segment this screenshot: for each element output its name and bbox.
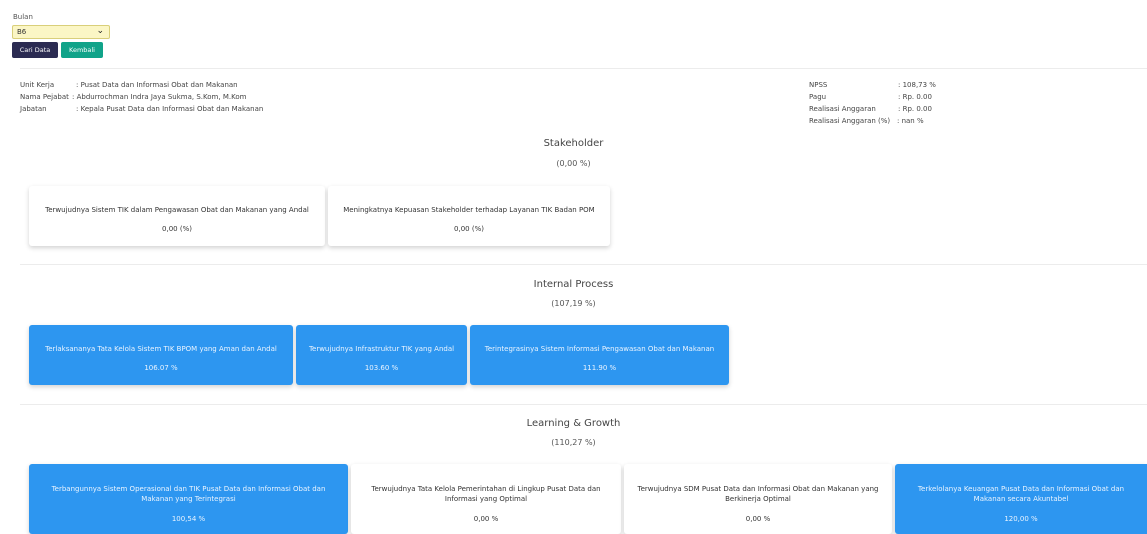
info-row-pagu: Pagu : Rp. 0.00	[809, 91, 1009, 103]
kpi-card[interactable]: Terwujudnya Tata Kelola Pemerintahan di …	[351, 464, 621, 534]
kpi-card-title: Terbangunnya Sistem Operasional dan TIK …	[51, 485, 326, 503]
kpi-card-title: Terlaksananya Tata Kelola Sistem TIK BPO…	[45, 345, 277, 353]
info-key: NPSS	[809, 81, 828, 89]
info-row-jabatan: Jabatan : Kepala Pusat Data dan Informas…	[20, 103, 420, 115]
kembali-button[interactable]: Kembali	[61, 42, 103, 58]
info-value: : 108,73 %	[898, 81, 936, 89]
section-pct-internal-process: (107,19 %)	[551, 299, 596, 308]
info-key: Pagu	[809, 93, 827, 101]
info-row-npss: NPSS : 108,73 %	[809, 79, 1009, 91]
info-key: Nama Pejabat	[20, 93, 69, 101]
divider	[20, 68, 1147, 69]
kpi-card[interactable]: Terwujudnya Infrastruktur TIK yang Andal…	[296, 325, 467, 385]
info-value: : Pusat Data dan Informasi Obat dan Maka…	[76, 81, 238, 89]
chevron-down-icon: ⌄	[96, 26, 104, 36]
kpi-card-title: Terwujudnya SDM Pusat Data dan Informasi…	[637, 485, 879, 503]
kpi-card-value: 0,00 (%)	[162, 225, 192, 233]
info-value: : Rp. 0.00	[898, 93, 932, 101]
bulan-label: Bulan	[13, 13, 33, 21]
bulan-selected-value: B6	[17, 28, 27, 36]
info-row-unit-kerja: Unit Kerja : Pusat Data dan Informasi Ob…	[20, 79, 420, 91]
section-title-stakeholder: Stakeholder	[543, 138, 604, 149]
info-key: Jabatan	[20, 105, 47, 113]
info-value: : Rp. 0.00	[898, 105, 932, 113]
kpi-card-title: Terintegrasinya Sistem Informasi Pengawa…	[484, 345, 715, 353]
kpi-card[interactable]: Terbangunnya Sistem Operasional dan TIK …	[29, 464, 348, 534]
info-row-nama-pejabat: Nama Pejabat : Abdurrochman Indra Jaya S…	[20, 91, 420, 103]
divider	[20, 404, 1147, 405]
kpi-card[interactable]: Terlaksananya Tata Kelola Sistem TIK BPO…	[29, 325, 293, 385]
kpi-card-title: Terwujudnya Sistem TIK dalam Pengawasan …	[45, 206, 309, 214]
kpi-card-title: Terkelolanya Keuangan Pusat Data dan Inf…	[917, 485, 1125, 503]
kpi-card[interactable]: Terwujudnya Sistem TIK dalam Pengawasan …	[29, 186, 325, 246]
kpi-card[interactable]: Terwujudnya SDM Pusat Data dan Informasi…	[624, 464, 892, 534]
info-value: : nan %	[897, 117, 924, 125]
kpi-card-value: 111.90 %	[582, 364, 617, 372]
kpi-card-value: 106.07 %	[144, 364, 178, 372]
unit-info: Unit Kerja : Pusat Data dan Informasi Ob…	[20, 79, 420, 115]
kpi-card-value: 120,00 %	[1004, 515, 1038, 523]
info-key: Realisasi Anggaran (%)	[809, 117, 891, 125]
kpi-card-value: 0,00 (%)	[454, 225, 484, 233]
kpi-card-value: 100,54 %	[171, 515, 206, 523]
divider	[20, 264, 1147, 265]
section-title-internal-process: Internal Process	[533, 279, 614, 290]
info-value: : Kepala Pusat Data dan Informasi Obat d…	[76, 105, 264, 113]
section-pct-stakeholder: (0,00 %)	[556, 159, 591, 168]
kpi-card[interactable]: Terintegrasinya Sistem Informasi Pengawa…	[470, 325, 729, 385]
kpi-card[interactable]: Terkelolanya Keuangan Pusat Data dan Inf…	[895, 464, 1147, 534]
section-pct-learning-growth: (110,27 %)	[551, 438, 596, 447]
kpi-card-title: Terwujudnya Infrastruktur TIK yang Andal	[308, 345, 455, 353]
info-key: Realisasi Anggaran	[809, 105, 876, 113]
info-row-realisasi-pct: Realisasi Anggaran (%) : nan %	[809, 115, 1009, 127]
info-value: : Abdurrochman Indra Jaya Sukma, S.Kom, …	[72, 93, 247, 101]
cari-data-button[interactable]: Cari Data	[12, 42, 58, 58]
kpi-card-title: Terwujudnya Tata Kelola Pemerintahan di …	[371, 485, 601, 503]
kpi-card-value: 0,00 %	[473, 515, 499, 523]
info-key: Unit Kerja	[20, 81, 55, 89]
info-row-realisasi: Realisasi Anggaran : Rp. 0.00	[809, 103, 1009, 115]
kpi-card[interactable]: Meningkatnya Kepuasan Stakeholder terhad…	[328, 186, 610, 246]
section-title-learning-growth: Learning & Growth	[526, 418, 621, 429]
kpi-card-value: 0,00 %	[745, 515, 771, 523]
kpi-card-value: 103.60 %	[364, 364, 399, 372]
kpi-card-title: Meningkatnya Kepuasan Stakeholder terhad…	[343, 206, 595, 214]
budget-info: NPSS : 108,73 % Pagu : Rp. 0.00 Realisas…	[809, 79, 1009, 127]
bulan-select[interactable]: B6 ⌄	[12, 25, 110, 39]
